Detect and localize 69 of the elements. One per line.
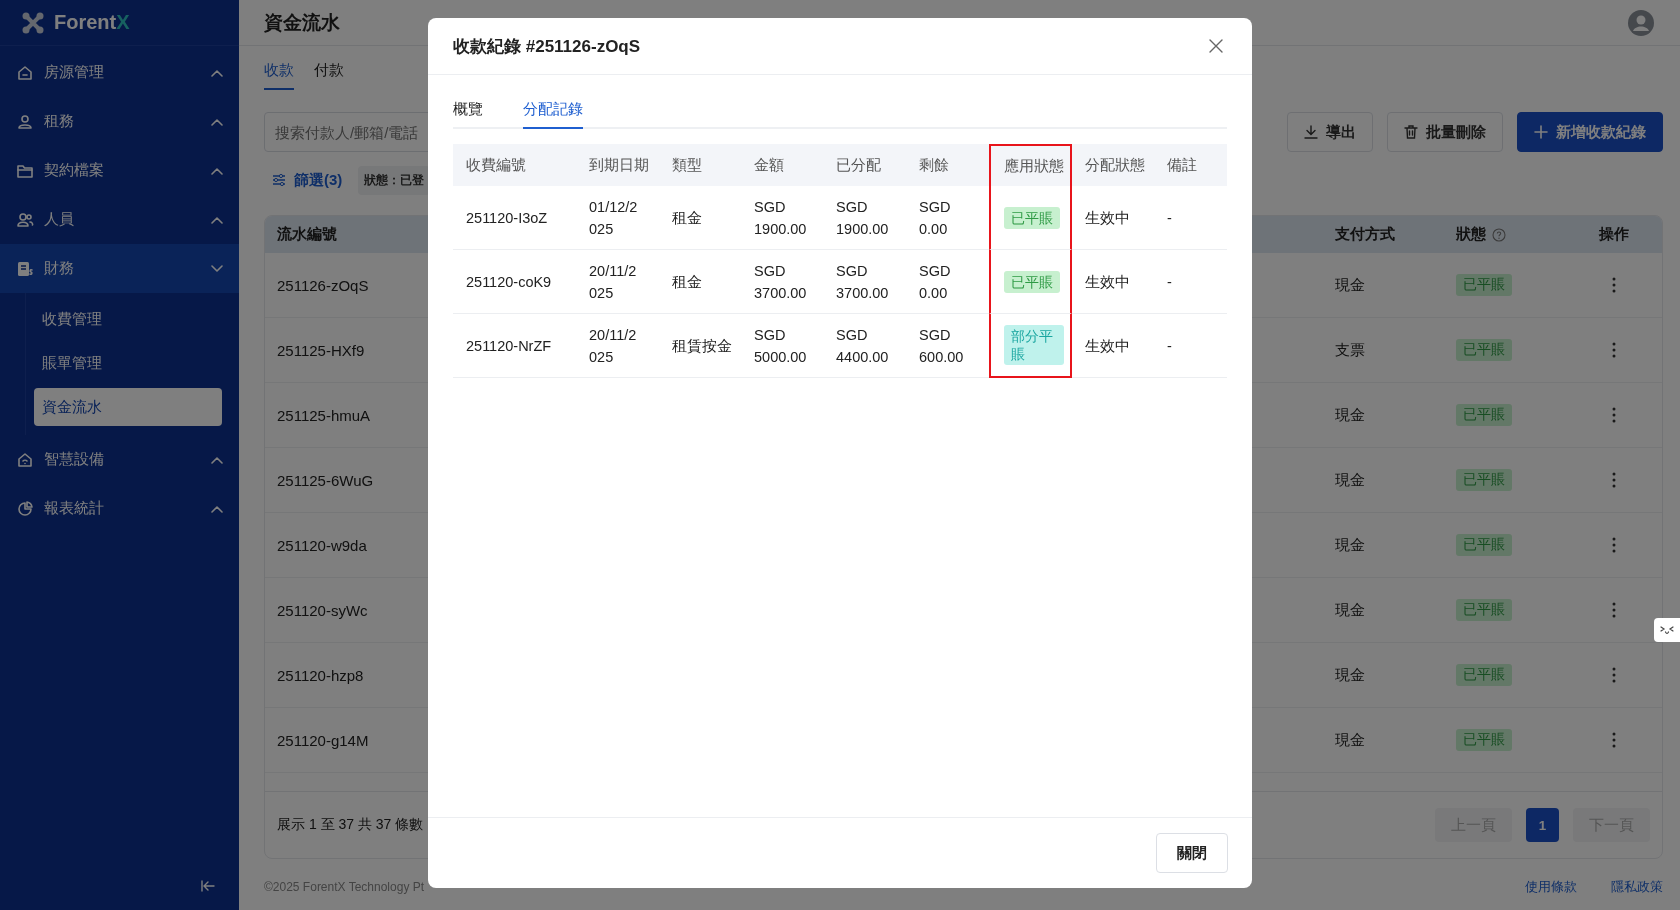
status-badge: 已平賬: [1456, 599, 1512, 621]
table-cell: SGD 3700.00: [823, 250, 906, 314]
table-cell: 20/11/2025: [576, 314, 659, 378]
table-cell: SGD 3700.00: [741, 250, 823, 314]
table-cell: 251120-I3oZ: [453, 186, 576, 250]
table-cell: SGD 4400.00: [823, 314, 906, 378]
table-cell: 租金: [659, 250, 741, 314]
logo-text: ForentX: [54, 11, 130, 34]
table-cell: -: [1154, 186, 1227, 250]
status-badge: 已平賬: [1456, 404, 1512, 426]
table-cell: -: [1154, 250, 1227, 314]
table-cell: 租金: [659, 186, 741, 250]
table-cell: 251120-w9da: [277, 536, 367, 554]
table-cell: 現金: [1335, 665, 1365, 683]
status-badge: 已平賬: [1456, 534, 1512, 556]
column-header: 備註: [1154, 144, 1227, 186]
column-header: 流水編號: [277, 225, 337, 244]
table-cell: 現金: [1335, 405, 1365, 423]
column-header: 狀態: [1456, 225, 1486, 244]
table-cell: SGD 1900.00: [741, 186, 823, 250]
status-badge: 已平賬: [1456, 729, 1512, 751]
table-cell: 251126-zOqS: [277, 276, 369, 294]
table-cell: SGD 0.00: [906, 250, 989, 314]
status-badge: 已平賬: [1456, 469, 1512, 491]
table-cell: SGD 0.00: [906, 186, 989, 250]
table-cell: 251120-g14M: [277, 731, 369, 749]
status-badge: 已平賬: [1004, 270, 1060, 293]
table-cell: 251120-NrZF: [453, 314, 576, 378]
table-cell: 251120-syWc: [277, 601, 368, 619]
table-cell: 租賃按金: [659, 314, 741, 378]
table-cell: 支票: [1335, 340, 1365, 358]
table-cell: 現金: [1335, 275, 1365, 293]
column-header: 分配狀態: [1072, 144, 1154, 186]
table-cell: SGD 600.00: [906, 314, 989, 378]
copyright-text: ©2025 ForentX Technology Pt: [264, 880, 425, 894]
column-header: 操作: [1599, 225, 1629, 244]
column-header: 類型: [659, 144, 741, 186]
table-cell: -: [1154, 314, 1227, 378]
column-header: 金額: [741, 144, 823, 186]
page-title: 資金流水: [264, 10, 340, 35]
table-cell: 現金: [1335, 470, 1365, 488]
column-header: 剩餘: [906, 144, 989, 186]
status-badge: 已平賬: [1456, 339, 1512, 361]
modal-title: 收款紀錄 #251126-zOqS: [453, 35, 641, 58]
table-cell: 01/12/2025: [576, 186, 659, 250]
table-cell: 現金: [1335, 600, 1365, 618]
table-cell: 生效中: [1072, 314, 1154, 378]
status-badge: 部分平賬: [1004, 325, 1064, 365]
table-cell: SGD 5000.00: [741, 314, 823, 378]
status-badge: 已平賬: [1004, 206, 1060, 229]
table-cell: 251120-coK9: [453, 250, 576, 314]
table-cell: 現金: [1335, 730, 1365, 748]
column-header: 已分配: [823, 144, 906, 186]
column-header: 到期日期: [576, 144, 659, 186]
summary-text: 展示 1 至 37 共 37 條數: [277, 816, 424, 834]
table-cell: 251120-hzp8: [277, 666, 364, 684]
column-header: 收費編號: [453, 144, 576, 186]
table-cell: SGD 1900.00: [823, 186, 906, 250]
column-header: 支付方式: [1335, 225, 1395, 244]
table-cell: 現金: [1335, 535, 1365, 553]
status-badge: 已平賬: [1456, 274, 1512, 296]
table-cell: 生效中: [1072, 250, 1154, 314]
column-header: 應用狀態: [989, 144, 1072, 186]
status-badge: 已平賬: [1456, 664, 1512, 686]
table-cell: 251125-HXf9: [277, 341, 365, 359]
table-cell: 251125-hmuA: [277, 406, 371, 424]
table-cell: 20/11/2025: [576, 250, 659, 314]
table-cell: 生效中: [1072, 186, 1154, 250]
table-cell: 251125-6WuG: [277, 471, 374, 489]
